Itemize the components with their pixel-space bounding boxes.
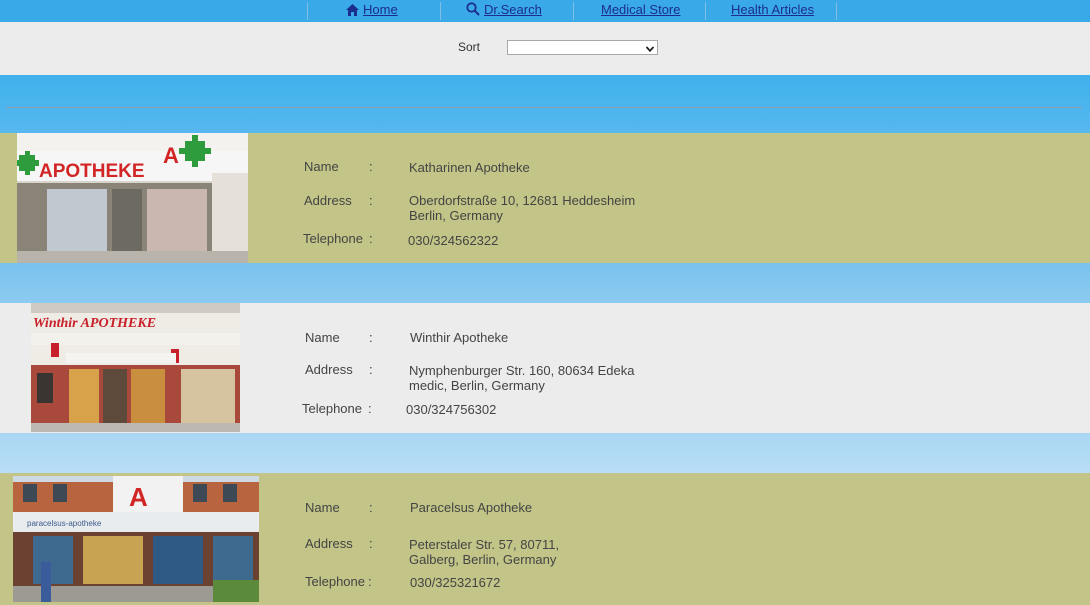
pharmacy-telephone: 030/324562322 — [408, 233, 499, 248]
pharmacy-address-line1: Nymphenburger Str. 160, 80634 Edeka — [409, 363, 635, 378]
sort-select[interactable] — [507, 40, 658, 55]
pharmacy-card: APOTHEKE A Name : Katharinen Apotheke Ad… — [0, 133, 1090, 263]
nav-home-link[interactable]: Home — [346, 2, 398, 20]
pharmacy-photo: APOTHEKE A — [17, 133, 248, 263]
pharmacy-photo: Winthir APOTHEKE — [31, 303, 240, 432]
header-banner — [0, 75, 1090, 133]
sort-label: Sort — [458, 40, 481, 54]
pharmacy-name: Paracelsus Apotheke — [410, 500, 533, 515]
nav-divider — [836, 2, 837, 20]
sort-bar: Sort — [0, 22, 1090, 75]
home-icon — [346, 4, 359, 20]
colon: : — [369, 330, 373, 345]
address-label: Address — [304, 193, 352, 208]
nav-divider — [440, 2, 441, 20]
banner-divider — [6, 107, 1082, 108]
colon: : — [369, 362, 373, 377]
nav-divider — [573, 2, 574, 20]
pharmacy-telephone: 030/324756302 — [406, 402, 497, 417]
pharmacy-address-line2: Berlin, Germany — [409, 208, 503, 223]
nav-divider — [705, 2, 706, 20]
nav-divider — [307, 2, 308, 20]
pharmacy-address-line1: Oberdorfstraße 10, 12681 Heddesheim — [409, 193, 636, 208]
colon: : — [368, 401, 372, 416]
nav-dr-search-link[interactable]: Dr.Search — [466, 2, 542, 20]
photo-sign-text: paracelsus-apotheke — [27, 519, 102, 528]
colon: : — [369, 193, 373, 208]
listing-spacer — [0, 433, 1090, 473]
colon: : — [369, 536, 373, 551]
svg-text:A: A — [129, 482, 148, 512]
telephone-label: Telephone — [303, 231, 363, 246]
nav-medical-store-link[interactable]: Medical Store — [601, 2, 680, 18]
pharmacy-photo: A paracelsus-apotheke — [13, 476, 259, 602]
pharmacy-card: Winthir APOTHEKE Name : Winthir Apotheke… — [0, 303, 1090, 433]
photo-sign-text: Winthir APOTHEKE — [33, 316, 156, 331]
pharmacy-name: Winthir Apotheke — [410, 330, 509, 345]
pharmacy-address-line1: Peterstaler Str. 57, 80711, — [409, 537, 560, 552]
listing-spacer — [0, 263, 1090, 303]
name-label: Name — [305, 330, 340, 345]
colon: : — [369, 159, 373, 174]
address-label: Address — [305, 362, 353, 377]
pharmacy-address-line2: medic, Berlin, Germany — [409, 378, 545, 393]
pharmacy-card: A paracelsus-apotheke Name : Paracelsus … — [0, 473, 1090, 605]
pharmacy-telephone: 030/325321672 — [410, 575, 501, 590]
name-label: Name — [304, 159, 339, 174]
top-nav: Home Dr.Search Medical Store Health Arti… — [0, 0, 1090, 22]
pharmacy-name: Katharinen Apotheke — [409, 160, 530, 175]
search-icon — [466, 2, 480, 20]
nav-health-articles-link[interactable]: Health Articles — [731, 2, 814, 18]
colon: : — [369, 500, 373, 515]
colon: : — [369, 231, 373, 246]
colon: : — [368, 574, 372, 589]
name-label: Name — [305, 500, 340, 515]
address-label: Address — [305, 536, 353, 551]
telephone-label: Telephone — [302, 401, 362, 416]
photo-sign-text: APOTHEKE — [39, 161, 145, 182]
svg-text:A: A — [163, 143, 179, 168]
pharmacy-address-line2: Galberg, Berlin, Germany — [409, 552, 557, 567]
chevron-down-icon — [645, 42, 655, 57]
telephone-label: Telephone — [305, 574, 365, 589]
